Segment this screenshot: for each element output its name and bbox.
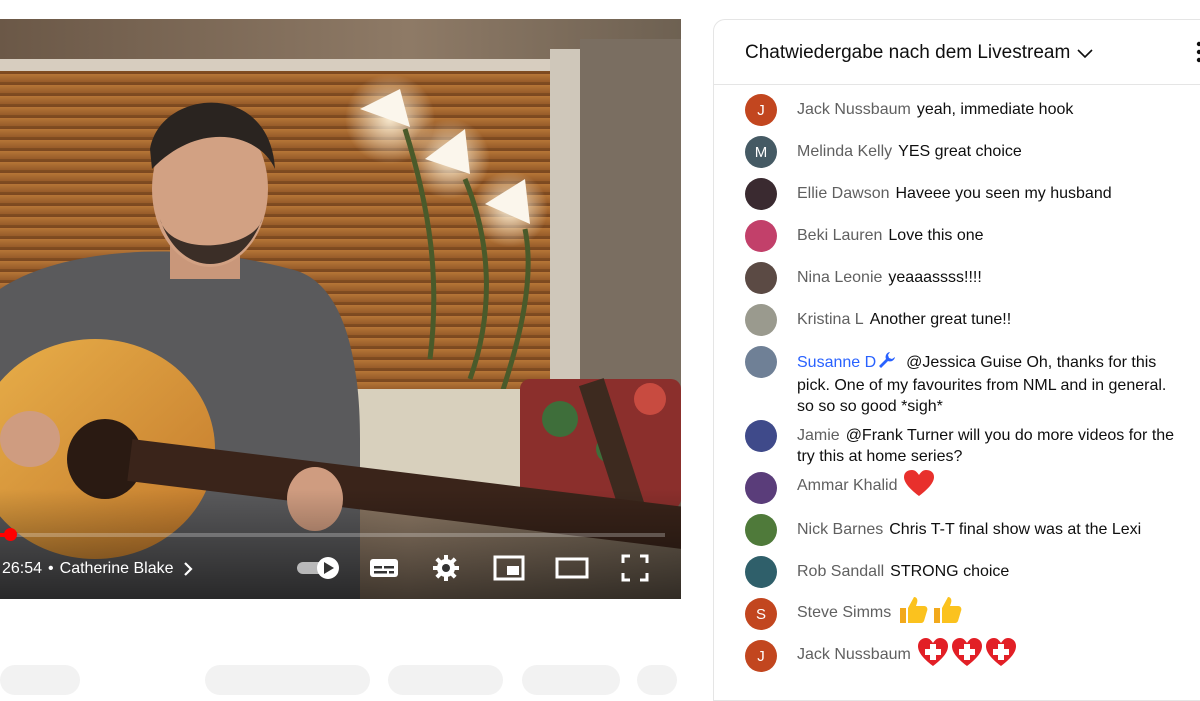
chat-message-body: Nick Barnes Chris T-T final show was at t… bbox=[797, 519, 1187, 540]
chat-author-name[interactable]: Susanne D bbox=[797, 354, 876, 371]
chat-message-body: Susanne D @Jessica Guise Oh, thanks for t… bbox=[797, 351, 1187, 417]
avatar[interactable] bbox=[745, 556, 777, 588]
avatar[interactable] bbox=[745, 262, 777, 294]
avatar[interactable]: S bbox=[745, 598, 777, 630]
chat-message-body: Ellie Dawson Haveee you seen my husband bbox=[797, 183, 1187, 204]
chat-message-body: Jack Nussbaum bbox=[797, 637, 1187, 673]
chat-message-text: Chris T-T final show was at the Lexi bbox=[889, 521, 1142, 538]
theater-mode-button[interactable] bbox=[554, 553, 590, 583]
miniplayer-button[interactable] bbox=[492, 553, 526, 583]
chat-message-body: Steve Simms bbox=[797, 595, 1187, 631]
action-pill[interactable] bbox=[205, 665, 370, 695]
avatar[interactable] bbox=[745, 346, 777, 378]
settings-button[interactable] bbox=[430, 553, 462, 583]
avatar[interactable]: J bbox=[745, 94, 777, 126]
avatar[interactable] bbox=[745, 220, 777, 252]
chat-author-name[interactable]: Ammar Khalid bbox=[797, 477, 897, 494]
chat-author-name[interactable]: Jamie bbox=[797, 427, 840, 444]
chat-author-name[interactable]: Jack Nussbaum bbox=[797, 646, 911, 663]
subtitles-button[interactable] bbox=[366, 553, 402, 583]
chevron-right-icon[interactable] bbox=[180, 561, 196, 577]
scrubber-handle[interactable] bbox=[3, 528, 17, 541]
action-pill[interactable] bbox=[0, 665, 80, 695]
chat-author-name[interactable]: Beki Lauren bbox=[797, 227, 882, 244]
chat-message-body: Kristina L Another great tune!! bbox=[797, 309, 1187, 330]
chat-header: Chatwiedergabe nach dem Livestream bbox=[714, 20, 1200, 85]
chat-author-name[interactable]: Nick Barnes bbox=[797, 521, 883, 538]
time-display: 26:54 bbox=[2, 560, 43, 577]
chat-message-text: Haveee you seen my husband bbox=[895, 185, 1112, 202]
hospital-cross-icon bbox=[985, 637, 1017, 673]
red-heart-icon bbox=[903, 469, 935, 503]
chat-message-text: @Frank Turner will you do more videos fo… bbox=[797, 427, 1175, 465]
avatar[interactable] bbox=[745, 472, 777, 504]
chat-message-text: yeah, immediate hook bbox=[916, 101, 1074, 118]
action-pill[interactable] bbox=[522, 665, 620, 695]
autoplay-toggle-icon bbox=[297, 557, 339, 579]
chat-author-name[interactable]: Nina Leonie bbox=[797, 269, 882, 286]
action-pill[interactable] bbox=[637, 665, 677, 695]
fullscreen-icon bbox=[621, 554, 649, 582]
chat-message-text: YES great choice bbox=[898, 143, 1022, 160]
hospital-cross-icon bbox=[917, 637, 949, 673]
avatar[interactable] bbox=[745, 178, 777, 210]
separator-dot: • bbox=[48, 560, 54, 577]
chat-message-body: Rob Sandall STRONG choice bbox=[797, 561, 1187, 582]
chat-message-body: Ammar Khalid bbox=[797, 469, 1187, 503]
avatar[interactable]: M bbox=[745, 136, 777, 168]
video-player[interactable]: 26:54 • Catherine Blake bbox=[0, 19, 681, 599]
thumbs-up-icon bbox=[897, 595, 929, 631]
theater-mode-icon bbox=[555, 557, 589, 579]
hospital-cross-icon bbox=[951, 637, 983, 673]
avatar[interactable]: J bbox=[745, 640, 777, 672]
chat-mode-dropdown[interactable]: Chatwiedergabe nach dem Livestream bbox=[745, 42, 1094, 64]
chevron-down-icon bbox=[1077, 49, 1093, 59]
chat-message-body: Melinda Kelly YES great choice bbox=[797, 141, 1187, 162]
chat-author-name[interactable]: Kristina L bbox=[797, 311, 864, 328]
fullscreen-button[interactable] bbox=[620, 553, 650, 583]
channel-chapter-link[interactable]: Catherine Blake bbox=[60, 560, 174, 578]
avatar[interactable] bbox=[745, 304, 777, 336]
avatar[interactable] bbox=[745, 420, 777, 452]
progress-bar[interactable] bbox=[0, 528, 665, 541]
chat-message-text: Love this one bbox=[888, 227, 984, 244]
chat-author-name[interactable]: Steve Simms bbox=[797, 604, 891, 621]
avatar[interactable] bbox=[745, 514, 777, 546]
chat-message-text: yeaaassss!!!! bbox=[888, 269, 982, 286]
chat-message-body: Jamie @Frank Turner will you do more vide… bbox=[797, 425, 1187, 467]
chat-message-body: Jack Nussbaum yeah, immediate hook bbox=[797, 99, 1187, 120]
miniplayer-icon bbox=[493, 555, 525, 581]
chat-message-body: Beki Lauren Love this one bbox=[797, 225, 1187, 246]
chat-author-name[interactable]: Jack Nussbaum bbox=[797, 101, 911, 118]
thumbs-up-icon bbox=[931, 595, 963, 631]
moderator-wrench-icon bbox=[878, 351, 896, 375]
autoplay-toggle[interactable] bbox=[294, 553, 342, 583]
time-and-chapter: 26:54 • Catherine Blake bbox=[2, 558, 196, 580]
chat-message-text: Another great tune!! bbox=[869, 311, 1012, 328]
chat-author-name[interactable]: Ellie Dawson bbox=[797, 185, 889, 202]
chat-author-name[interactable]: Melinda Kelly bbox=[797, 143, 892, 160]
live-chat-panel: Chatwiedergabe nach dem Livestream J Jack… bbox=[713, 19, 1200, 701]
chat-message-body: Nina Leonie yeaaassss!!!! bbox=[797, 267, 1187, 288]
more-vert-icon[interactable] bbox=[1196, 40, 1200, 64]
gear-icon bbox=[433, 555, 459, 581]
chat-author-name[interactable]: Rob Sandall bbox=[797, 563, 884, 580]
action-pill[interactable] bbox=[388, 665, 503, 695]
subtitles-icon bbox=[370, 559, 398, 577]
chat-message-text: STRONG choice bbox=[890, 563, 1010, 580]
chat-title: Chatwiedergabe nach dem Livestream bbox=[745, 42, 1071, 63]
